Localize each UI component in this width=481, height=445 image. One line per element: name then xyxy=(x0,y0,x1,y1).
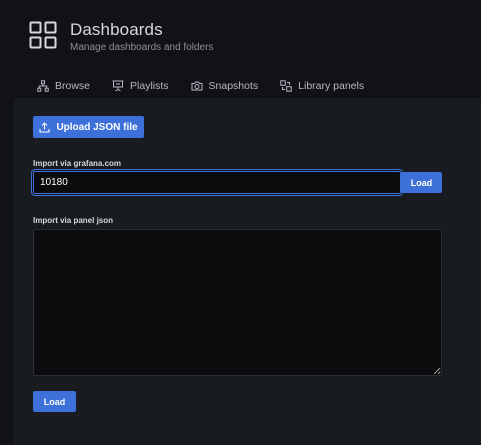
panel-json-textarea[interactable] xyxy=(33,229,442,376)
page-header: Dashboards Manage dashboards and folders… xyxy=(0,0,481,98)
tab-snapshots[interactable]: Snapshots xyxy=(191,80,259,92)
page-subtitle: Manage dashboards and folders xyxy=(70,42,214,53)
grafana-id-input[interactable] xyxy=(33,171,401,194)
tab-bar: Browse Playlists Snapshots Library panel… xyxy=(37,78,386,94)
panel-json-label: Import via panel json xyxy=(33,216,114,225)
upload-icon xyxy=(39,121,50,133)
library-panel-icon xyxy=(280,80,292,92)
page-title: Dashboards xyxy=(70,20,163,39)
camera-icon xyxy=(191,81,203,91)
tab-library-panels[interactable]: Library panels xyxy=(280,80,364,92)
tab-library-panels-label: Library panels xyxy=(298,80,365,92)
tab-playlists[interactable]: Playlists xyxy=(112,80,169,92)
sitemap-icon xyxy=(37,80,49,92)
tab-snapshots-label: Snapshots xyxy=(208,80,259,92)
apps-grid-icon xyxy=(29,21,57,49)
json-load-button[interactable]: Load xyxy=(33,391,76,412)
grafana-load-button[interactable]: Load xyxy=(401,172,442,193)
tab-browse-label: Browse xyxy=(55,80,91,92)
grafana-import-label: Import via grafana.com xyxy=(33,159,122,168)
upload-json-label: Upload JSON file xyxy=(56,121,138,133)
tab-browse[interactable]: Browse xyxy=(37,80,90,92)
upload-json-button[interactable]: Upload JSON file xyxy=(33,116,144,138)
tab-playlists-label: Playlists xyxy=(130,80,169,92)
presentation-icon xyxy=(112,80,124,92)
